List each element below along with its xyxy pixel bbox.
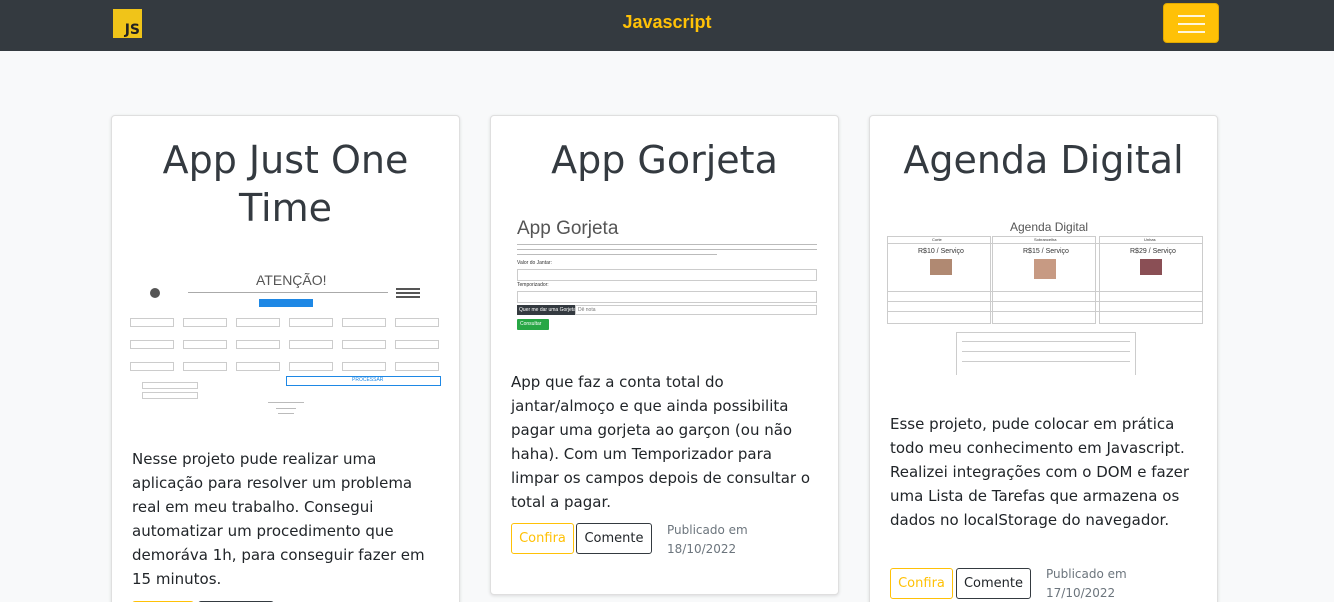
confira-button[interactable]: Confira — [890, 568, 953, 599]
comente-button[interactable]: Comente — [956, 568, 1031, 599]
brand-title: Javascript — [0, 12, 1334, 33]
project-card: Agenda Digital Agenda Digital Corte Sobr… — [869, 115, 1218, 602]
project-screenshot: Agenda Digital Corte Sobrancelha Unhas R… — [886, 219, 1203, 375]
card-description: Nesse projeto pude realizar uma aplicaçã… — [132, 450, 425, 588]
navbar: JS Javascript — [0, 0, 1334, 51]
hamburger-icon — [1178, 15, 1205, 17]
card-description: Esse projeto, pude colocar em prática to… — [890, 415, 1189, 529]
brand-link[interactable]: Javascript — [622, 12, 711, 32]
project-screenshot: App Gorjeta Valor do Jantar: Temporizado… — [513, 216, 819, 331]
project-screenshot: ATENÇÃO! PROCESSAR — [128, 266, 445, 416]
navbar-toggler-button[interactable] — [1163, 3, 1219, 43]
published-label: Publicado em — [667, 523, 748, 537]
comente-button[interactable]: Comente — [576, 523, 652, 554]
card-description: App que faz a conta total do jantar/almo… — [511, 373, 811, 511]
card-title: Agenda Digital — [903, 138, 1184, 182]
js-logo-text: JS — [124, 22, 140, 38]
confira-button[interactable]: Confira — [511, 523, 574, 554]
card-title: App Just One Time — [162, 138, 409, 230]
card-title: App Gorjeta — [551, 138, 778, 182]
published-date: 18/10/2022 — [667, 542, 737, 556]
project-card: App Just One Time ATENÇÃO! PROCESSAR Nes… — [111, 115, 460, 602]
published-label: Publicado em — [1046, 567, 1127, 581]
published-date: 17/10/2022 — [1046, 586, 1116, 600]
project-card: App Gorjeta App Gorjeta Valor do Jantar:… — [490, 115, 839, 595]
js-logo[interactable]: JS — [113, 9, 142, 38]
